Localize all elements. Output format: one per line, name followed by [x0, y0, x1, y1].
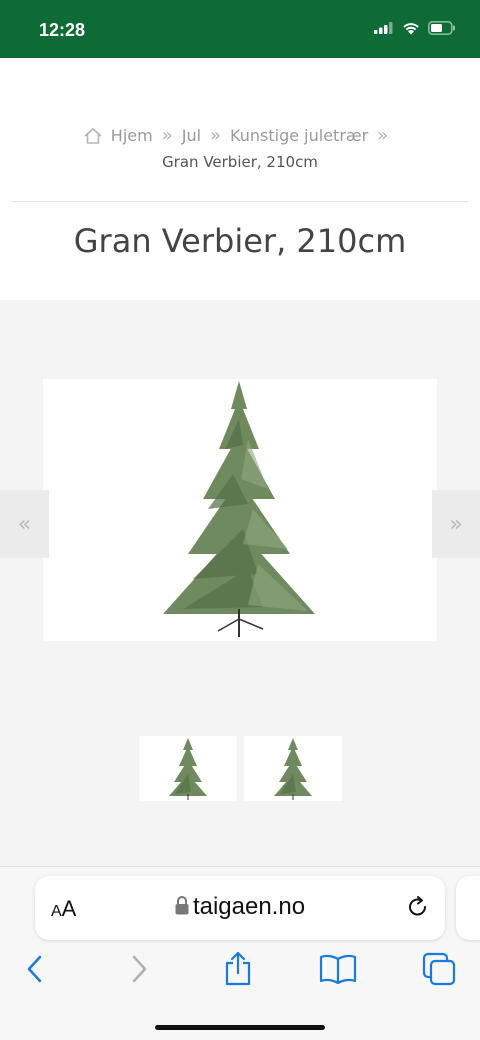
signal-icon [374, 22, 393, 34]
share-icon [225, 951, 251, 986]
chevron-right-icon [132, 955, 147, 983]
battery-icon [428, 21, 455, 35]
address-bar[interactable]: AA taigaen.no [35, 876, 445, 940]
home-icon[interactable] [83, 127, 103, 145]
divider [12, 201, 468, 202]
page-title: Gran Verbier, 210cm [73, 222, 407, 260]
christmas-tree-image [274, 738, 312, 800]
breadcrumb: Hjem » Jul » Kunstige juletrær » Gran Ve… [0, 122, 480, 176]
next-tab-peek[interactable] [456, 876, 480, 940]
share-button[interactable] [216, 947, 260, 991]
gallery-thumbnail[interactable] [139, 736, 237, 801]
url-display[interactable]: taigaen.no [35, 893, 445, 921]
product-gallery: « » [0, 300, 480, 866]
wifi-icon [403, 22, 419, 34]
tabs-icon [422, 952, 456, 986]
url-text: taigaen.no [192, 893, 306, 920]
breadcrumb-home-link[interactable]: Hjem [111, 122, 153, 149]
status-icons [374, 21, 456, 35]
browser-toolbar [0, 947, 480, 995]
status-time: 12:28 [39, 20, 86, 40]
forward-button[interactable] [117, 947, 161, 991]
breadcrumb-separator: » [210, 125, 222, 146]
breadcrumb-kunstige-juletraer-link[interactable]: Kunstige juletrær [230, 122, 368, 149]
christmas-tree-image [169, 738, 207, 800]
home-indicator [155, 1025, 325, 1030]
book-icon [319, 954, 357, 985]
christmas-tree-image [163, 381, 315, 637]
product-main-image[interactable] [43, 379, 437, 641]
browser-chrome: AA taigaen.no [0, 866, 480, 1040]
bookmarks-button[interactable] [316, 947, 360, 991]
reload-icon[interactable] [405, 894, 431, 920]
breadcrumb-separator: » [161, 125, 173, 146]
back-button[interactable] [13, 947, 57, 991]
breadcrumb-current: Gran Verbier, 210cm [162, 153, 318, 171]
gallery-prev-button[interactable]: « [0, 490, 49, 558]
gallery-thumbnail[interactable] [244, 736, 342, 801]
gallery-next-button[interactable]: » [432, 490, 480, 558]
breadcrumb-separator: » [377, 125, 389, 146]
tabs-button[interactable] [417, 947, 461, 991]
breadcrumb-jul-link[interactable]: Jul [182, 122, 201, 149]
chevron-left-icon [27, 955, 42, 983]
lock-icon [175, 896, 189, 915]
status-bar: 12:28 [0, 0, 480, 58]
